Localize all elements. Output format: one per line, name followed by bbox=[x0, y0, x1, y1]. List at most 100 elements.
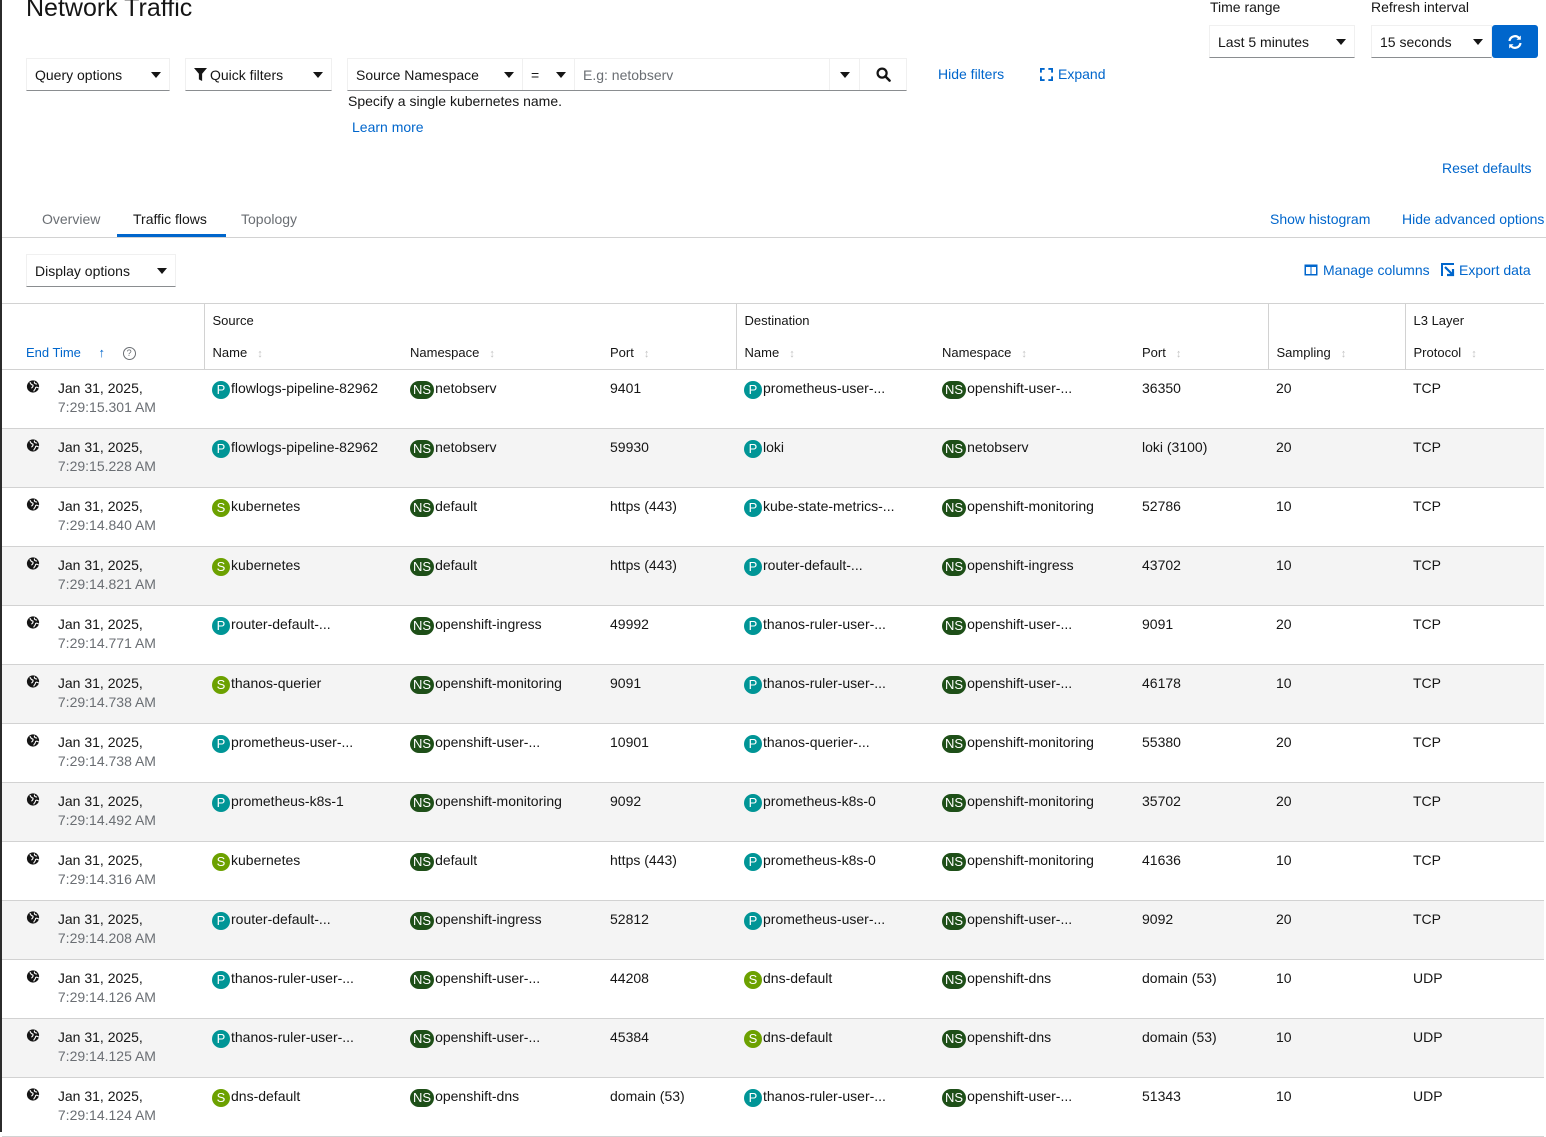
destination-namespace-cell[interactable]: NS openshift-user-... bbox=[934, 1077, 1134, 1137]
column-header-end-time[interactable]: End Time ↑ ? bbox=[2, 336, 204, 370]
destination-name-cell[interactable]: Prouter-default-... bbox=[736, 546, 934, 606]
filter-operator-select[interactable]: = bbox=[523, 59, 575, 90]
destination-name-cell[interactable]: Sdns-default bbox=[736, 1018, 934, 1078]
source-name-cell[interactable]: Pflowlogs-pipeline-82962 bbox=[204, 428, 402, 488]
destination-namespace-cell[interactable]: NS openshift-user-... bbox=[934, 900, 1134, 960]
expand-button[interactable]: Expand bbox=[1040, 66, 1105, 82]
table-row[interactable]: Jan 31, 2025, 7:29:15.228 AM Pflowlogs-pi… bbox=[2, 428, 1544, 488]
column-header-sampling[interactable]: Sampling ↕ bbox=[1267, 336, 1405, 370]
table-row[interactable]: Jan 31, 2025, 7:29:15.301 AM Pflowlogs-pi… bbox=[2, 369, 1544, 429]
destination-namespace-cell[interactable]: NS openshift-user-... bbox=[934, 664, 1134, 724]
filter-value-dropdown-toggle[interactable] bbox=[830, 59, 860, 90]
destination-namespace-cell[interactable]: NS openshift-dns bbox=[934, 1018, 1134, 1078]
table-row[interactable]: Jan 31, 2025, 7:29:14.124 AM Sdns-default… bbox=[2, 1077, 1544, 1137]
destination-namespace-cell[interactable]: NS openshift-monitoring bbox=[934, 487, 1134, 547]
filter-value-input[interactable]: E.g: netobserv bbox=[575, 59, 830, 90]
tab-topology[interactable]: Topology bbox=[241, 211, 297, 227]
refresh-button[interactable] bbox=[1492, 25, 1538, 58]
source-namespace-cell[interactable]: NS openshift-user-... bbox=[402, 1018, 602, 1078]
table-row[interactable]: Jan 31, 2025, 7:29:14.738 AM Pprometheus-… bbox=[2, 723, 1544, 783]
source-namespace-cell[interactable]: NS netobserv bbox=[402, 369, 602, 429]
column-header-protocol[interactable]: Protocol ↕ bbox=[1404, 336, 1544, 370]
table-row[interactable]: Jan 31, 2025, 7:29:14.208 AM Prouter-defa… bbox=[2, 900, 1544, 960]
destination-name-cell[interactable]: Pthanos-ruler-user-... bbox=[736, 1077, 934, 1137]
destination-namespace-cell[interactable]: NS openshift-monitoring bbox=[934, 841, 1134, 901]
source-name-cell[interactable]: Pthanos-ruler-user-... bbox=[204, 1018, 402, 1078]
destination-namespace-cell[interactable]: NS openshift-monitoring bbox=[934, 782, 1134, 842]
source-namespace-cell[interactable]: NS openshift-ingress bbox=[402, 605, 602, 665]
source-name-cell[interactable]: Prouter-default-... bbox=[204, 900, 402, 960]
source-name-cell[interactable]: Pflowlogs-pipeline-82962 bbox=[204, 369, 402, 429]
hide-advanced-options-link[interactable]: Hide advanced options bbox=[1402, 211, 1544, 227]
table-row[interactable]: Jan 31, 2025, 7:29:14.771 AM Prouter-defa… bbox=[2, 605, 1544, 665]
column-header-destination-name[interactable]: Name ↕ bbox=[735, 336, 934, 370]
refresh-interval-dropdown[interactable]: 15 seconds bbox=[1371, 25, 1492, 58]
column-header-destination-port[interactable]: Port ↕ bbox=[1134, 336, 1268, 370]
source-name-cell[interactable]: Sthanos-querier bbox=[204, 664, 402, 724]
destination-name-cell[interactable]: Ploki bbox=[736, 428, 934, 488]
query-options-dropdown[interactable]: Query options bbox=[26, 58, 170, 91]
manage-columns-button[interactable]: Manage columns bbox=[1304, 262, 1430, 278]
destination-name-cell[interactable]: Sdns-default bbox=[736, 959, 934, 1019]
destination-name-cell[interactable]: Pprometheus-k8s-0 bbox=[736, 841, 934, 901]
source-name-cell[interactable]: Sdns-default bbox=[204, 1077, 402, 1137]
source-namespace-cell[interactable]: NS openshift-user-... bbox=[402, 959, 602, 1019]
destination-name-cell[interactable]: Pthanos-querier-... bbox=[736, 723, 934, 783]
source-namespace-cell[interactable]: NS openshift-user-... bbox=[402, 723, 602, 783]
source-namespace-cell[interactable]: NS default bbox=[402, 487, 602, 547]
source-namespace-cell[interactable]: NS openshift-dns bbox=[402, 1077, 602, 1137]
destination-name-cell[interactable]: Pthanos-ruler-user-... bbox=[736, 664, 934, 724]
column-header-source-namespace[interactable]: Namespace ↕ bbox=[402, 336, 602, 370]
table-row[interactable]: Jan 31, 2025, 7:29:14.125 AM Pthanos-rule… bbox=[2, 1018, 1544, 1078]
table-row[interactable]: Jan 31, 2025, 7:29:14.821 AM Skubernetes … bbox=[2, 546, 1544, 606]
source-name-cell[interactable]: Skubernetes bbox=[204, 546, 402, 606]
source-name-cell[interactable]: Skubernetes bbox=[204, 487, 402, 547]
destination-name-cell[interactable]: Pprometheus-user-... bbox=[736, 369, 934, 429]
destination-name-cell[interactable]: Pprometheus-k8s-0 bbox=[736, 782, 934, 842]
export-data-button[interactable]: Export data bbox=[1441, 262, 1531, 278]
filter-field-select[interactable]: Source Namespace bbox=[348, 59, 523, 90]
source-name-cell[interactable]: Pprometheus-k8s-1 bbox=[204, 782, 402, 842]
sort-icon: ↕ bbox=[489, 348, 495, 361]
destination-namespace-cell[interactable]: NS openshift-monitoring bbox=[934, 723, 1134, 783]
table-row[interactable]: Jan 31, 2025, 7:29:14.492 AM Pprometheus-… bbox=[2, 782, 1544, 842]
help-icon[interactable]: ? bbox=[122, 347, 136, 361]
destination-name-cell[interactable]: Pthanos-ruler-user-... bbox=[736, 605, 934, 665]
table-row[interactable]: Jan 31, 2025, 7:29:14.316 AM Skubernetes … bbox=[2, 841, 1544, 901]
source-namespace-cell[interactable]: NS openshift-monitoring bbox=[402, 664, 602, 724]
destination-namespace-cell[interactable]: NS openshift-ingress bbox=[934, 546, 1134, 606]
source-namespace-cell[interactable]: NS default bbox=[402, 546, 602, 606]
destination-namespace-cell[interactable]: NS netobserv bbox=[934, 428, 1134, 488]
source-name-cell[interactable]: Prouter-default-... bbox=[204, 605, 402, 665]
destination-name-cell[interactable]: Pkube-state-metrics-... bbox=[736, 487, 934, 547]
quick-filters-dropdown[interactable]: Quick filters bbox=[185, 58, 332, 91]
source-name-cell[interactable]: Pprometheus-user-... bbox=[204, 723, 402, 783]
reset-defaults-link[interactable]: Reset defaults bbox=[1442, 160, 1532, 176]
source-namespace-cell[interactable]: NS default bbox=[402, 841, 602, 901]
table-row[interactable]: Jan 31, 2025, 7:29:14.738 AM Sthanos-quer… bbox=[2, 664, 1544, 724]
tab-overview[interactable]: Overview bbox=[42, 211, 100, 227]
destination-namespace-cell[interactable]: NS openshift-user-... bbox=[934, 605, 1134, 665]
destination-name-cell[interactable]: Pprometheus-user-... bbox=[736, 900, 934, 960]
source-namespace-cell[interactable]: NS openshift-monitoring bbox=[402, 782, 602, 842]
source-namespace-cell[interactable]: NS openshift-ingress bbox=[402, 900, 602, 960]
show-histogram-link[interactable]: Show histogram bbox=[1270, 211, 1370, 227]
tab-traffic-flows[interactable]: Traffic flows bbox=[133, 211, 207, 227]
time-range-dropdown[interactable]: Last 5 minutes bbox=[1209, 25, 1355, 58]
source-namespace-cell[interactable]: NS netobserv bbox=[402, 428, 602, 488]
column-header-source-port[interactable]: Port ↕ bbox=[602, 336, 736, 370]
learn-more-link[interactable]: Learn more bbox=[352, 119, 424, 135]
display-options-dropdown[interactable]: Display options bbox=[26, 254, 176, 287]
end-time-cell: Jan 31, 2025, 7:29:14.738 AM bbox=[2, 723, 204, 783]
destination-namespace-cell[interactable]: NS openshift-dns bbox=[934, 959, 1134, 1019]
destination-namespace-cell[interactable]: NS openshift-user-... bbox=[934, 369, 1134, 429]
protocol-cell: UDP bbox=[1405, 1018, 1544, 1078]
table-row[interactable]: Jan 31, 2025, 7:29:14.840 AM Skubernetes … bbox=[2, 487, 1544, 547]
column-header-source-name[interactable]: Name ↕ bbox=[203, 336, 402, 370]
hide-filters-link[interactable]: Hide filters bbox=[938, 66, 1004, 82]
search-button[interactable] bbox=[860, 59, 906, 90]
source-name-cell[interactable]: Skubernetes bbox=[204, 841, 402, 901]
source-name-cell[interactable]: Pthanos-ruler-user-... bbox=[204, 959, 402, 1019]
column-header-destination-namespace[interactable]: Namespace ↕ bbox=[934, 336, 1134, 370]
table-row[interactable]: Jan 31, 2025, 7:29:14.126 AM Pthanos-rule… bbox=[2, 959, 1544, 1019]
